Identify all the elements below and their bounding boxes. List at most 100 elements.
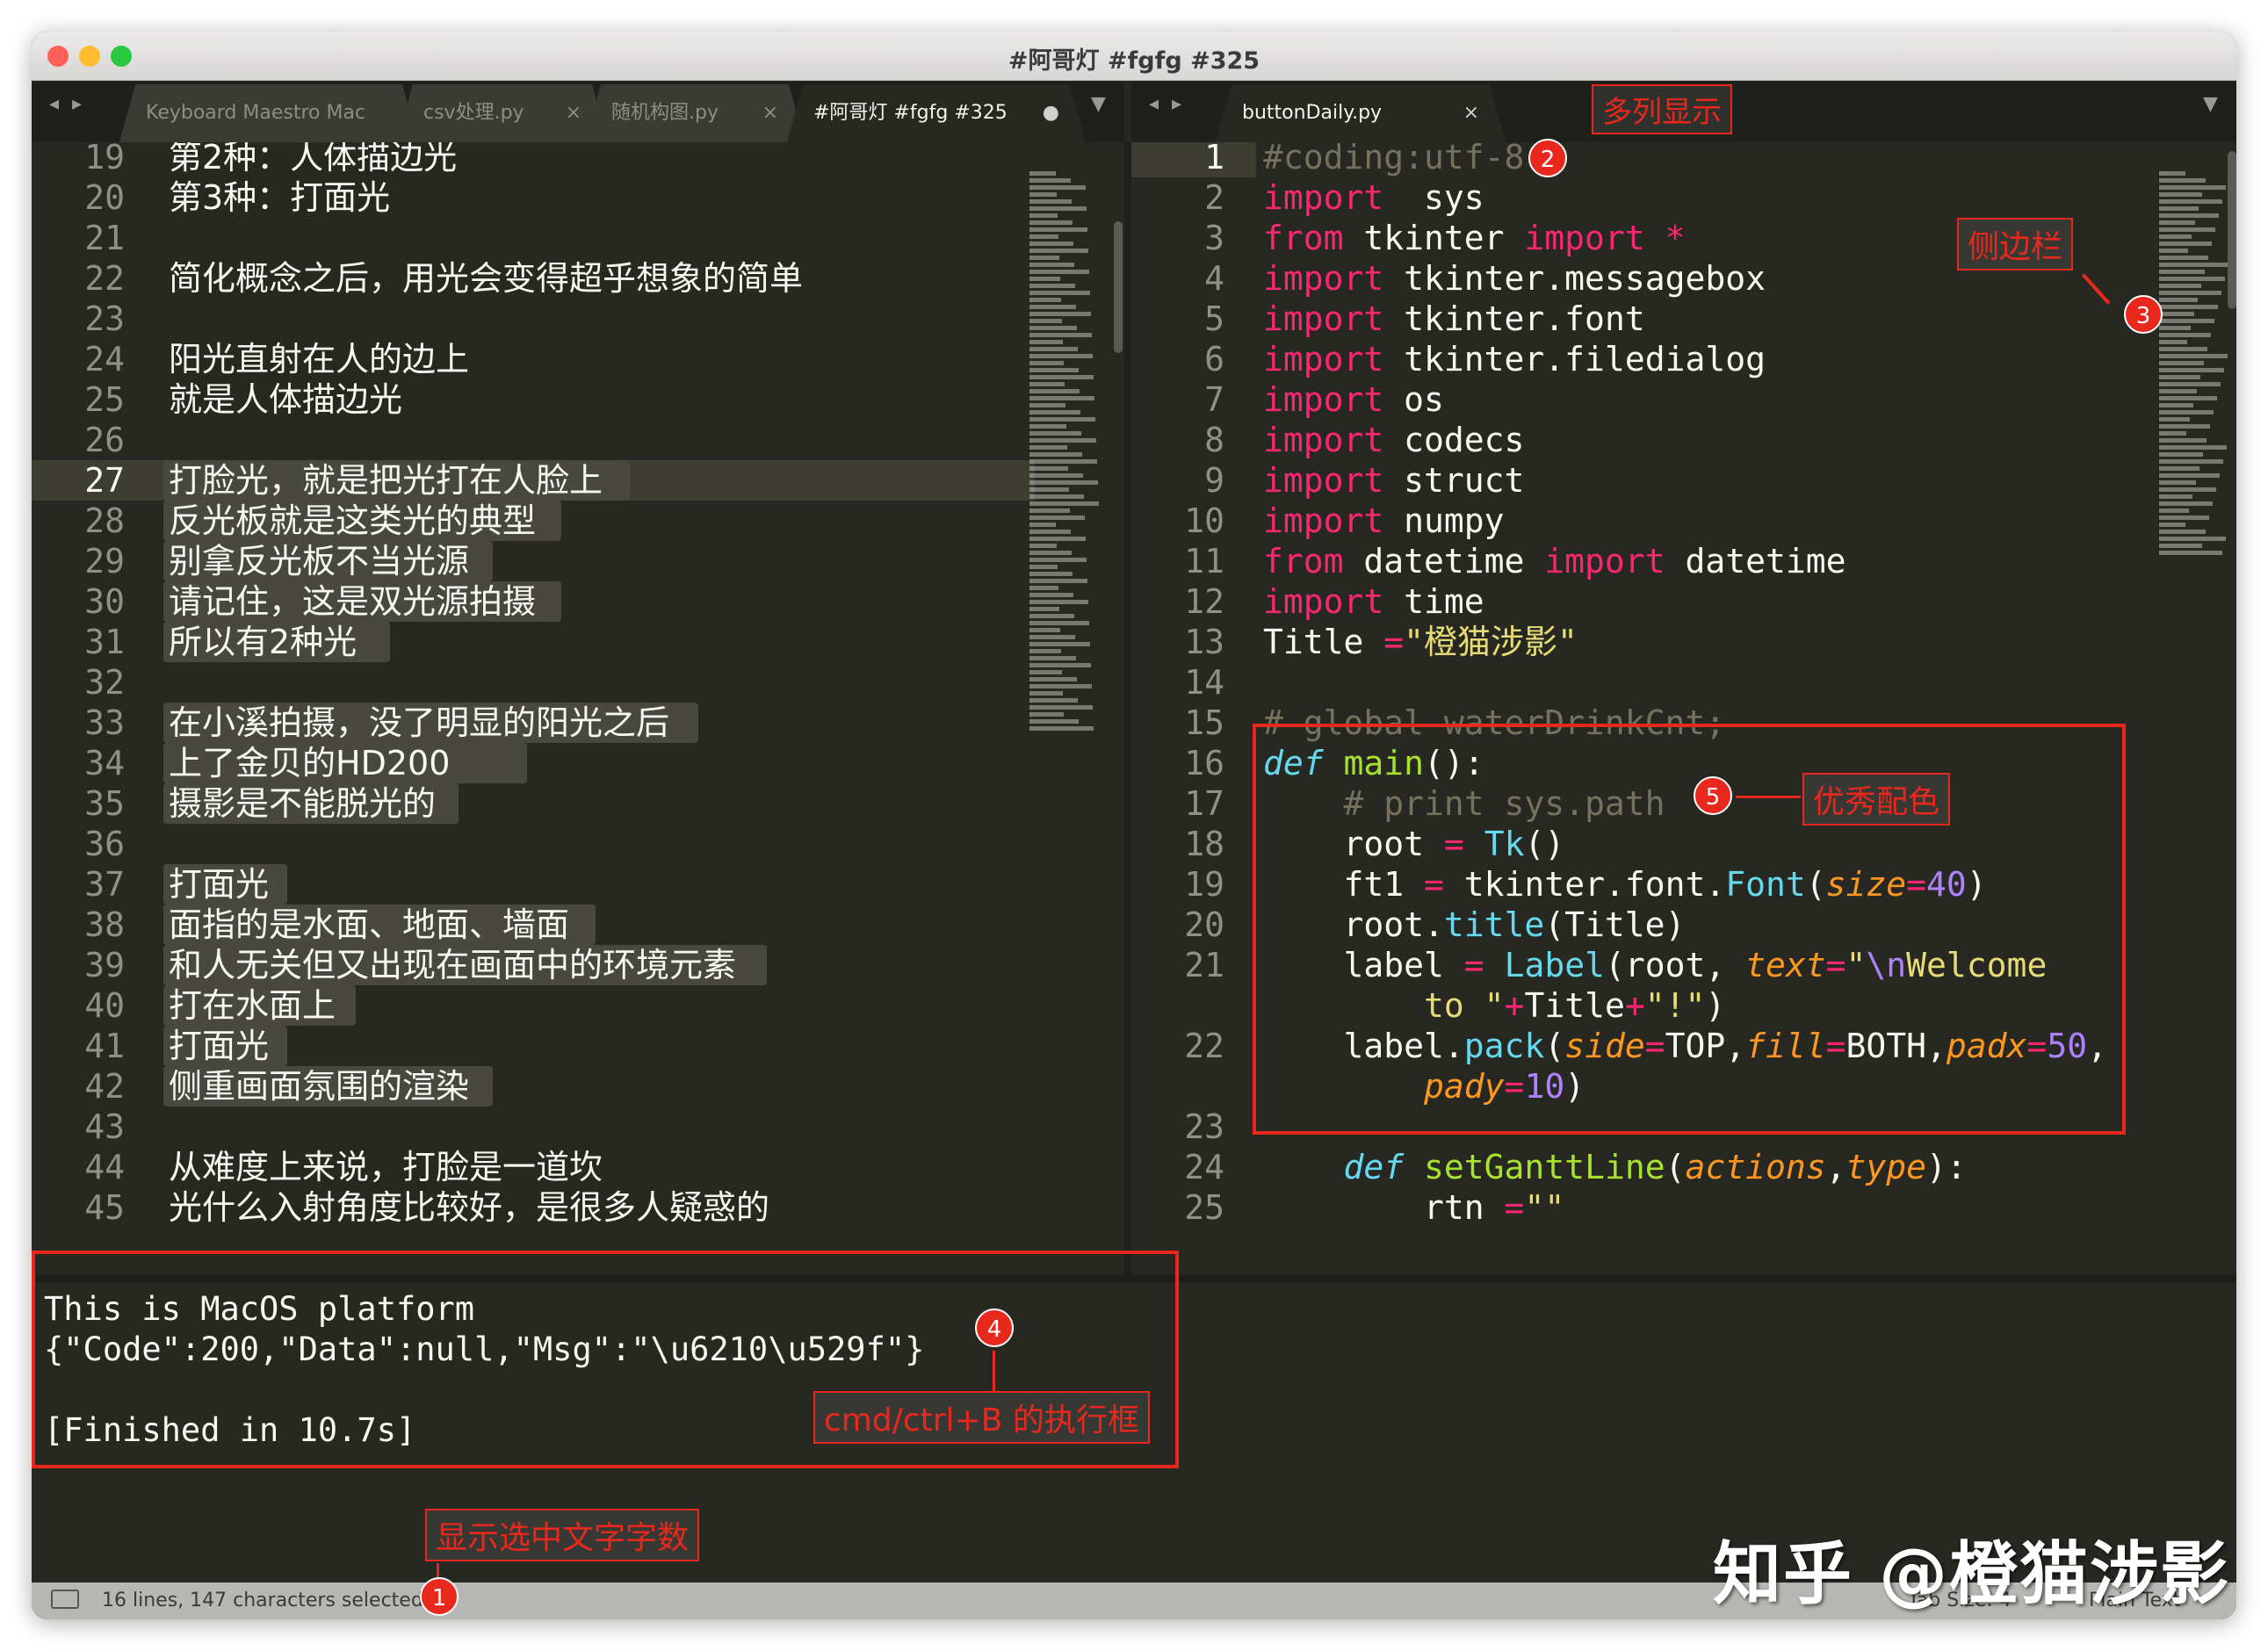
- minimap-line: [1029, 291, 1090, 295]
- code-token: import: [1263, 501, 1384, 540]
- text-line: 别拿反光板不当光源: [169, 542, 470, 580]
- code-token: sys: [1383, 178, 1484, 217]
- minimap-line: [2159, 291, 2221, 295]
- line-number: 19: [1184, 865, 1224, 904]
- line-number: 31: [84, 623, 125, 661]
- tab-close-icon[interactable]: ×: [566, 84, 581, 142]
- line-number: 2: [1204, 178, 1224, 217]
- tab-random-composition[interactable]: 随机构图.py ×: [585, 84, 805, 142]
- line-number: 6: [1204, 340, 1224, 379]
- code-token: import: [1263, 582, 1384, 621]
- text-line: 面指的是水面、地面、墙面: [169, 905, 570, 944]
- minimap-line: [2159, 192, 2202, 197]
- minimap-line: [1029, 312, 1091, 316]
- tab-label: Keyboard Maestro Mac: [146, 102, 366, 124]
- minimap-line: [1029, 670, 1062, 674]
- annotation-number: 5: [1694, 776, 1732, 815]
- code-line: import sys: [1263, 177, 1484, 218]
- minimap-line: [2159, 298, 2198, 302]
- minimap-line: [2159, 206, 2199, 211]
- tab-nav-arrows-icon[interactable]: ◂ ▸: [1149, 93, 1185, 115]
- code-token: os: [1383, 380, 1444, 419]
- annotation-leader: [993, 1351, 995, 1391]
- minimap-line: [1029, 305, 1076, 309]
- line-number: 35: [84, 784, 125, 823]
- code-token: codecs: [1383, 421, 1525, 459]
- minimap-line: [2159, 537, 2226, 541]
- minimap-line: [1029, 551, 1072, 555]
- minimap-line: [2159, 396, 2217, 400]
- tab-csv[interactable]: csv处理.py ×: [397, 84, 608, 142]
- pane-divider[interactable]: [1124, 142, 1131, 1275]
- minimap-line: [2159, 361, 2204, 365]
- line-number: 24: [84, 340, 125, 379]
- minimap-line: [1029, 319, 1062, 323]
- code-line: import codecs: [1263, 420, 1524, 460]
- minimap-line: [1029, 263, 1074, 267]
- minimap-line: [1029, 663, 1091, 667]
- tab-nav-arrows-icon[interactable]: ◂ ▸: [49, 93, 85, 115]
- left-editor-pane[interactable]: 19 20 21 22 23 24 25 26 27 28 29 30 31 32 33 34 35 36 37 38…: [32, 142, 1124, 1275]
- scrollbar[interactable]: [1114, 221, 1123, 353]
- code-token: import: [1263, 380, 1384, 419]
- annotation-number: 2: [1528, 139, 1567, 177]
- text-line: 上了金贝的HD200: [169, 744, 451, 782]
- minimap-line: [2159, 263, 2228, 267]
- minimap-line: [2159, 354, 2228, 358]
- minimap-line: [1029, 326, 1077, 330]
- tab-menu-chevron-icon[interactable]: ▼: [1091, 93, 1106, 115]
- minimap-line: [1029, 270, 1089, 274]
- minimap-line: [2159, 178, 2206, 183]
- minimap-line: [1029, 473, 1083, 478]
- tab-button-daily[interactable]: buttonDaily.py ×: [1216, 84, 1506, 142]
- tab-label: 随机构图.py: [611, 102, 719, 124]
- minimap-line: [1029, 593, 1073, 597]
- minimap-line: [1029, 698, 1078, 703]
- tab-keyboard-maestro[interactable]: Keyboard Maestro Mac: [119, 84, 418, 142]
- tab-close-icon[interactable]: ×: [762, 84, 778, 142]
- line-number: 14: [1184, 663, 1224, 702]
- minimap-line: [2159, 417, 2190, 422]
- minimap-line: [1029, 712, 1064, 717]
- text-line: 第3种：打面光: [169, 178, 391, 217]
- scrollbar[interactable]: [2228, 151, 2236, 309]
- line-number: 23: [1184, 1107, 1224, 1146]
- minimap-line: [2159, 220, 2195, 225]
- minimap-line: [2159, 382, 2221, 386]
- line-number: 21: [1184, 946, 1224, 984]
- minimap-line: [2159, 277, 2225, 281]
- minimap-line: [1029, 466, 1068, 471]
- tab-close-icon[interactable]: ×: [1463, 84, 1479, 142]
- line-number: 38: [84, 905, 125, 944]
- line-number: 7: [1204, 380, 1224, 419]
- minimap[interactable]: [1029, 169, 1103, 733]
- minimap-line: [2159, 368, 2224, 372]
- line-number: 23: [84, 299, 125, 338]
- line-number: 34: [84, 744, 125, 782]
- tab-menu-chevron-icon[interactable]: ▼: [2203, 93, 2218, 115]
- panel-toggle-icon[interactable]: [51, 1590, 79, 1609]
- code-token: tkinter: [1343, 219, 1525, 257]
- code-token: import: [1544, 542, 1665, 580]
- line-number: 40: [84, 986, 125, 1025]
- line-number: 3: [1204, 219, 1224, 257]
- minimap-line: [1029, 242, 1073, 246]
- code-token: Title: [1263, 623, 1384, 661]
- minimap-line: [1029, 340, 1063, 344]
- minimap-line: [1029, 452, 1082, 457]
- line-number: 33: [84, 703, 125, 742]
- minimap-line: [2159, 523, 2185, 527]
- tab-active-note[interactable]: #阿哥灯 #fgfg #325 ●: [787, 84, 1086, 142]
- line-number: 17: [1184, 784, 1224, 823]
- line-number-gutter: 19 20 21 22 23 24 25 26 27 28 29 30 31 32 33 34 35 36 37 38…: [32, 142, 156, 1275]
- minimap-line: [2159, 494, 2192, 499]
- line-number: 44: [84, 1148, 125, 1186]
- annotation-show-count: 显示选中文字字数: [425, 1509, 700, 1561]
- line-number: 19: [84, 142, 125, 177]
- line-number: 5: [1204, 299, 1224, 338]
- minimap[interactable]: [2159, 169, 2228, 558]
- code-token: datetime: [1665, 542, 1846, 580]
- minimap-line: [2159, 501, 2213, 506]
- tab-dirty-dot-icon[interactable]: ●: [1043, 84, 1059, 142]
